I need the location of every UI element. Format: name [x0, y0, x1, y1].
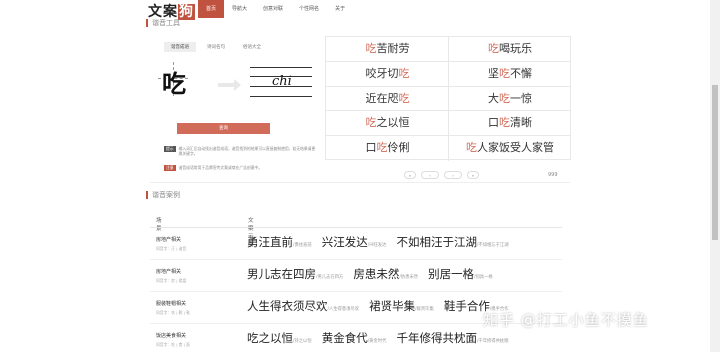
- row-copy: 男儿志在四房/男儿志在四方 房患未然/防患未然 别居一格/别具一格: [247, 267, 493, 281]
- search-section-title: 谐音工具: [146, 19, 180, 27]
- idiom-cell[interactable]: 口吃伶俐: [326, 136, 449, 161]
- arrow-icon: [218, 83, 234, 87]
- pinyin-text: chi: [272, 74, 292, 89]
- top-navbar: 文案狗 首页 导航大 创意对联 个性网名 关于: [0, 0, 710, 21]
- row-scene: 房地产相关 同音字：房 | 楼盘: [156, 269, 187, 283]
- char-input-box[interactable]: 吃: [158, 62, 188, 98]
- arrow-head-icon: [234, 79, 241, 91]
- prev-page-button[interactable]: ‹: [421, 171, 439, 179]
- watermark: 知乎 @打工小鱼不摸鱼: [483, 311, 649, 329]
- row-copy: 吃之以恒/持之以恒 黄金食代/黄金时代 千年修得共枕面/千年修得共枕眠: [247, 331, 509, 345]
- divider: [150, 182, 570, 183]
- tip-item: 提示 输入词汇后自动找出谐音成语，谐音找到的结果可以直接复制使用，若无结果请更换…: [164, 146, 319, 156]
- idiom-cell[interactable]: 吃人家饭受人家管: [448, 136, 571, 161]
- tip-item: 注意 谐音成语常用于品牌宣传文案或商业广告创意中。: [164, 165, 319, 171]
- idiom-cell[interactable]: 吃之以恒: [326, 111, 449, 137]
- input-char: 吃: [162, 69, 186, 98]
- idiom-results-grid: 吃苦耐劳 吃喝玩乐 咬牙切吃 坚吃不懈 近在咫吃 大吃一惊 吃之以恒 口吃清晰 …: [325, 36, 571, 161]
- row-scene: 饭店美食相关 同音字：吃 | 食 | 面: [156, 333, 190, 347]
- next-page-button[interactable]: ›: [444, 171, 462, 179]
- first-page-button[interactable]: «: [404, 171, 416, 179]
- tip-tag: 提示: [164, 146, 176, 152]
- pagination: « ‹ › »: [404, 171, 484, 179]
- nav-couplets[interactable]: 创意对联: [255, 0, 291, 18]
- last-page-button[interactable]: »: [467, 171, 479, 179]
- tip-text: 输入词汇后自动找出谐音成语，谐音找到的结果可以直接复制使用，若无结果请更换关键字…: [178, 146, 316, 156]
- row-copy: 勇汪直前/勇往直前 兴汪发达/兴旺发达 不如相汪于江湖/不如相忘于江湖: [247, 235, 509, 249]
- table-row: 房地产相关 同音字：汪 | 谐音 勇汪直前/勇往直前 兴汪发达/兴旺发达 不如相…: [150, 228, 562, 260]
- idiom-cell[interactable]: 口吃清晰: [448, 111, 571, 137]
- table-row: 房地产相关 同音字：房 | 楼盘 男儿志在四房/男儿志在四方 房患未然/防患未然…: [150, 260, 562, 292]
- idiom-cell[interactable]: 近在咫吃: [326, 87, 449, 112]
- idiom-cell[interactable]: 大吃一惊: [448, 86, 571, 112]
- scrollbar-thumb[interactable]: [712, 85, 718, 240]
- nav-about[interactable]: 关于: [327, 0, 353, 18]
- cases-section-title: 谐音案例: [146, 191, 180, 199]
- nav-directory[interactable]: 导航大: [224, 0, 255, 18]
- search-tabs: 谐音成语 诗词名句 俗语大全: [164, 42, 272, 52]
- site-logo[interactable]: 文案狗: [148, 1, 195, 21]
- main-nav: 首页 导航大 创意对联 个性网名 关于: [198, 0, 353, 18]
- nav-nicknames[interactable]: 个性网名: [291, 0, 327, 18]
- result-count: 999: [548, 172, 558, 178]
- idiom-cell[interactable]: 吃苦耐劳: [326, 37, 449, 62]
- idiom-cell[interactable]: 吃喝玩乐: [448, 37, 571, 62]
- tips-box: 提示 输入词汇后自动找出谐音成语，谐音找到的结果可以直接复制使用，若无结果请更换…: [164, 146, 319, 180]
- tip-text: 谐音成语常用于品牌宣传文案或商业广告创意中。: [178, 165, 263, 170]
- tip-tag: 注意: [164, 165, 176, 171]
- tab-idioms[interactable]: 谐音成语: [164, 42, 196, 52]
- row-scene: 服装鞋帽相关 同音字：衣 | 靴 | 鞋: [156, 301, 190, 315]
- row-scene: 房地产相关 同音字：汪 | 谐音: [156, 237, 187, 251]
- tab-proverbs[interactable]: 俗语大全: [236, 42, 268, 52]
- idiom-cell[interactable]: 坚吃不懈: [448, 61, 571, 87]
- idiom-cell[interactable]: 咬牙切吃: [326, 62, 449, 87]
- query-button[interactable]: 查询: [177, 123, 270, 134]
- nav-home[interactable]: 首页: [198, 0, 225, 18]
- pinyin-display: chi: [250, 67, 312, 97]
- tab-poems[interactable]: 诗词名句: [200, 42, 232, 52]
